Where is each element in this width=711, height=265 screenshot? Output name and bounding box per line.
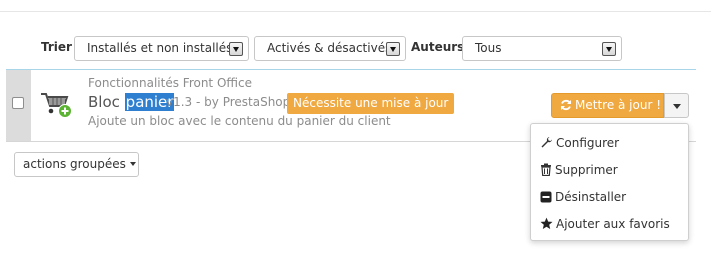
shopping-cart-add-icon <box>41 93 72 118</box>
author-filter-value: Tous <box>475 41 502 55</box>
module-category: Fonctionnalités Front Office <box>88 76 252 90</box>
install-filter-value: Installés et non installés <box>87 41 233 55</box>
bulk-actions-label: actions groupées <box>23 157 126 171</box>
status-filter-select[interactable]: Activés & désactivés <box>254 36 406 61</box>
module-name: Bloc panier <box>88 92 175 112</box>
trash-icon <box>541 163 551 177</box>
update-button-label: Mettre à jour ! <box>575 98 662 112</box>
author-label: Auteurs <box>411 40 465 54</box>
menu-item-configure[interactable]: Configurer <box>540 134 619 152</box>
menu-item-favorite[interactable]: Ajouter aux favoris <box>540 215 670 233</box>
chevron-down-icon <box>602 42 616 56</box>
bulk-actions-button[interactable]: actions groupées <box>14 152 139 177</box>
update-button[interactable]: Mettre à jour ! <box>551 93 664 118</box>
module-description: Ajoute un bloc avec le contenu du panier… <box>88 114 391 128</box>
menu-item-label: Ajouter aux favoris <box>556 217 670 231</box>
wrench-icon <box>541 137 552 148</box>
module-name-prefix: Bloc <box>88 93 120 111</box>
menu-item-uninstall[interactable]: Désinstaller <box>540 188 626 206</box>
menu-item-label: Désinstaller <box>555 190 627 204</box>
menu-item-delete[interactable]: Supprimer <box>540 161 618 179</box>
update-dropdown-toggle[interactable] <box>664 93 689 118</box>
row-top-border <box>6 69 696 70</box>
refresh-icon <box>561 99 571 111</box>
menu-item-label: Configurer <box>556 136 620 150</box>
author-filter-select[interactable]: Tous <box>462 36 622 61</box>
minus-square-icon <box>540 191 552 203</box>
status-filter-value: Activés & désactivés <box>267 41 392 55</box>
sort-label: Trier <box>41 40 72 54</box>
module-actions-menu: Configurer Supprimer Désinstaller Ajoute… <box>530 123 689 241</box>
menu-item-label: Supprimer <box>555 163 618 177</box>
top-divider <box>0 11 711 12</box>
module-author: - by PrestaShop <box>196 95 291 109</box>
update-needed-badge: Nécessite une mise à jour <box>287 93 455 114</box>
module-checkbox[interactable] <box>12 97 24 109</box>
chevron-down-icon <box>229 42 243 56</box>
caret-down-icon <box>129 162 136 166</box>
star-icon <box>540 217 553 229</box>
install-filter-select[interactable]: Installés et non installés <box>74 36 249 61</box>
chevron-down-icon <box>386 42 400 56</box>
module-version: v1.3 <box>166 95 193 109</box>
module-meta: v1.3 - by PrestaShop <box>166 95 290 109</box>
